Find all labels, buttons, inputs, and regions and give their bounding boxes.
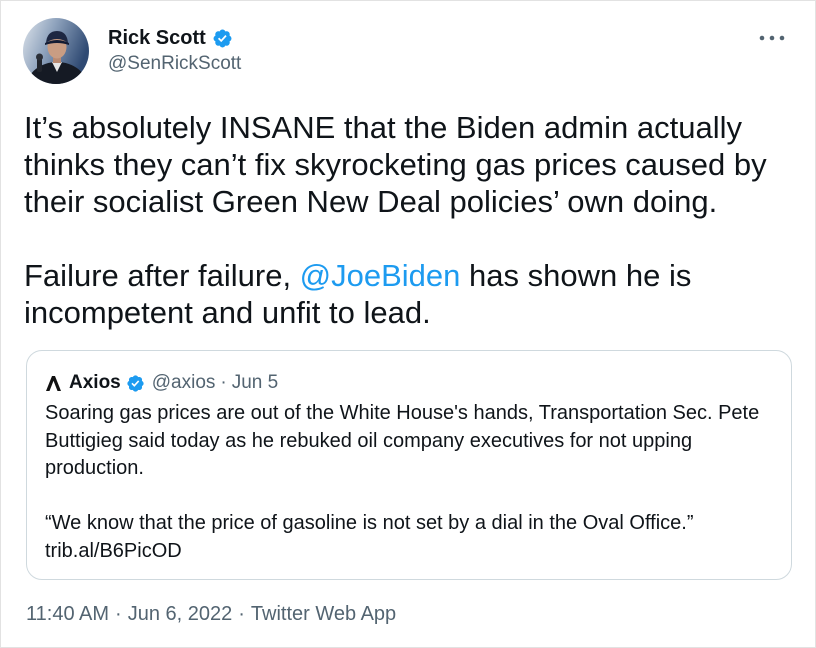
tweet-time[interactable]: 11:40 AM [26,603,109,625]
quoted-tweet-card[interactable]: Axios @axios · Jun 5 Soaring gas prices … [26,350,792,580]
tweet-date[interactable]: Jun 6, 2022 [128,603,233,625]
separator-dot: · [238,603,245,625]
tweet-container: Rick Scott @SenRickScott It’s absolutely… [0,0,816,648]
author-handle[interactable]: @SenRickScott [108,51,241,77]
separator-dot: · [115,603,122,625]
author-name-row: Rick Scott [108,25,233,51]
verified-badge-icon [127,374,144,392]
tweet-text: It’s absolutely INSANE that the Biden ad… [24,109,767,331]
tweet-source[interactable]: Twitter Web App [251,603,396,625]
separator-dot: · [220,372,227,393]
quoted-tweet-text: Soaring gas prices are out of the White … [45,400,759,565]
tweet-text-line: thinks they can’t fix skyrocketing gas p… [24,147,767,182]
quoted-tweet-date: Jun 5 [231,372,279,393]
tweet-text-line: Failure after failure, @JoeBiden has sho… [24,257,767,294]
tweet-metadata: 11:40 AM · Jun 6, 2022 · Twitter Web App [26,601,396,627]
quoted-text-line: Buttigieg said today as he rebuked oil c… [45,429,693,452]
author-name[interactable]: Rick Scott [108,25,206,51]
quoted-text-line: production. [45,457,144,479]
tweet-text-segment: has shown he is [460,258,692,293]
quoted-text-quote: “We know that the price of gasoline is n… [45,512,694,534]
quoted-tweet-header: Axios @axios · Jun 5 [46,370,278,396]
quoted-text-link: trib.al/B6PicOD [45,539,182,562]
paragraph-break [24,220,767,257]
mention-link[interactable]: @JoeBiden [300,258,461,293]
quoted-author-handle: @axios [151,372,216,393]
quoted-author-name: Axios [69,372,121,393]
tweet-text-segment: Failure after failure, [24,258,300,293]
avatar[interactable] [23,18,89,84]
tweet-text-line: incompetent and unfit to lead. [24,295,431,330]
more-horizontal-icon [759,35,785,41]
tweet-text-line: their socialist Green New Deal policies’… [24,184,718,219]
profile-photo-icon [23,18,89,84]
more-options-button[interactable] [755,27,789,49]
tweet-text-line: It’s absolutely INSANE that the Biden ad… [24,110,742,145]
axios-logo-icon [46,375,61,391]
verified-badge-icon [213,29,232,47]
paragraph-break [45,483,759,511]
quoted-text-line: Soaring gas prices are out of the White … [45,402,760,424]
